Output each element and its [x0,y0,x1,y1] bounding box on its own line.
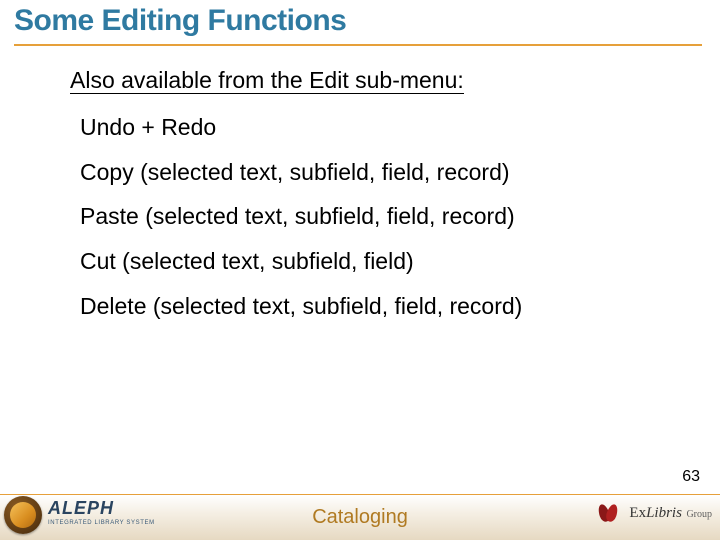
intro-line: Also available from the Edit sub-menu: [70,66,680,95]
list-item: Paste (selected text, subfield, field, r… [80,202,680,231]
list-item: Undo + Redo [80,113,680,142]
page-number: 63 [682,468,700,486]
slide-body: Also available from the Edit sub-menu: U… [70,66,680,337]
exlibris-text: ExLibris Group [629,505,712,522]
footer: ALEPH INTEGRATED LIBRARY SYSTEM Catalogi… [0,494,720,540]
exlibris-ex: Ex [629,505,646,521]
intro-edit: Edit [309,67,349,94]
slide-title: Some Editing Functions [14,4,346,38]
intro-pre: Also available from the [70,67,309,94]
intro-post: sub-menu: [349,67,464,94]
title-underline [14,44,702,46]
exlibris-logo: ExLibris Group [562,502,712,532]
slide: Some Editing Functions Also available fr… [0,0,720,540]
list-item: Copy (selected text, subfield, field, re… [80,158,680,187]
exlibris-group: Group [684,509,712,520]
list-item: Delete (selected text, subfield, field, … [80,292,680,321]
list-item: Cut (selected text, subfield, field) [80,247,680,276]
function-list: Undo + Redo Copy (selected text, subfiel… [70,113,680,321]
exlibris-mark-icon [597,502,621,524]
exlibris-libris: Libris [646,505,682,521]
